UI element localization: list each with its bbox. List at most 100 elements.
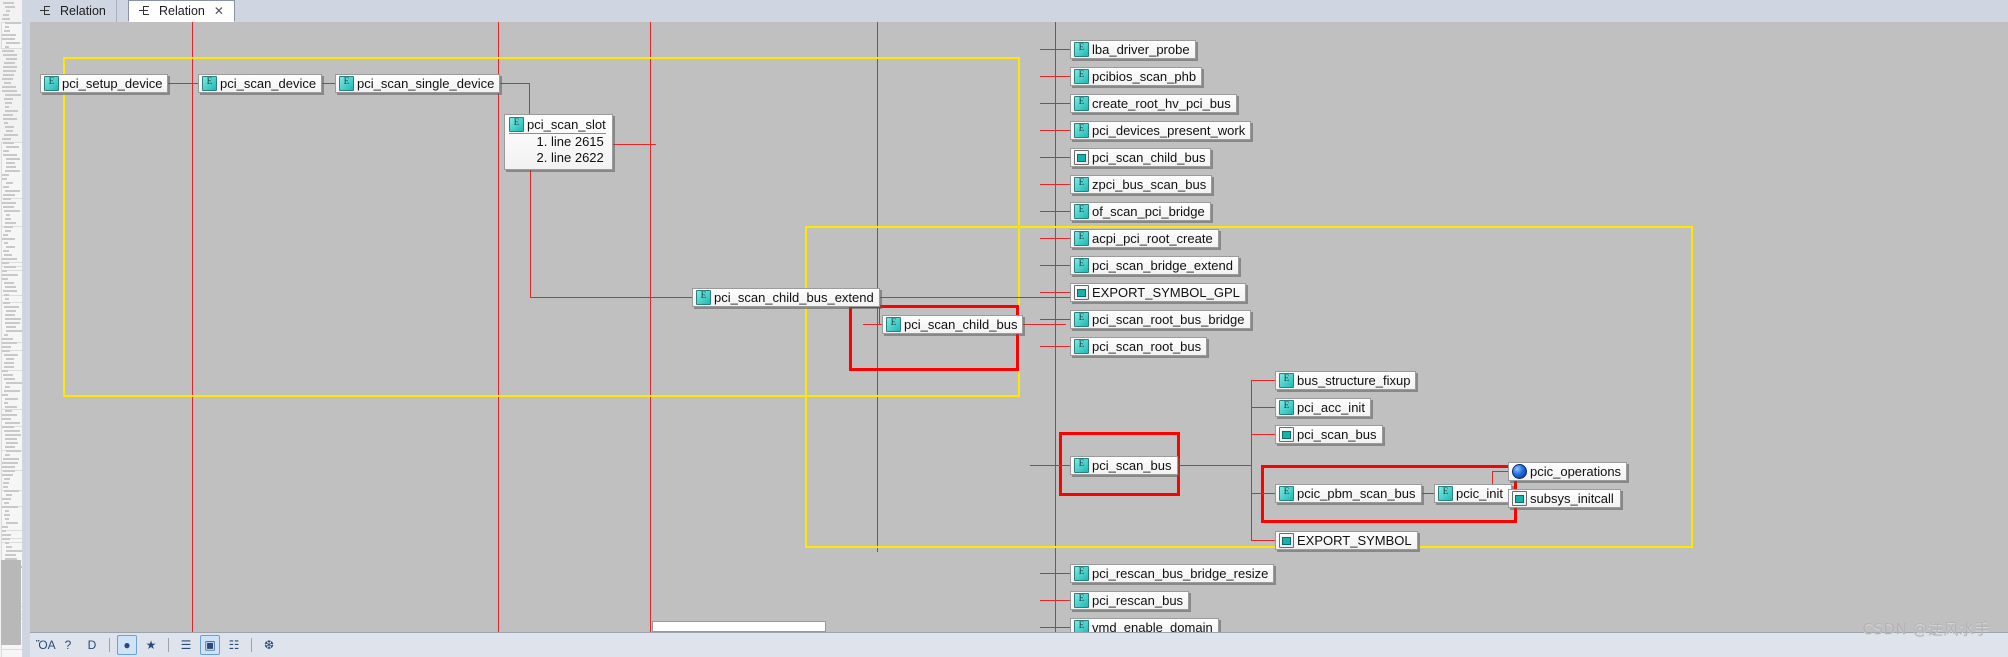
lock-icon: ● — [123, 638, 131, 652]
minimap-line — [4, 294, 9, 296]
enum-e-icon — [44, 75, 59, 91]
graph-node-bus_structure_fixup[interactable]: bus_structure_fixup — [1275, 371, 1417, 390]
graph-node-pci_acc_init[interactable]: pci_acc_init — [1275, 398, 1371, 417]
gear-cluster-icon: ❆ — [263, 638, 275, 652]
minimap-line — [5, 314, 15, 316]
minimap-line — [5, 26, 9, 28]
graph-node-pci_scan_single_device[interactable]: pci_scan_single_device — [335, 74, 501, 93]
graph-node-pcibios_scan_phb[interactable]: pcibios_scan_phb — [1070, 67, 1203, 86]
graph-node-pcic_pbm_scan_bus[interactable]: pcic_pbm_scan_bus — [1275, 484, 1422, 503]
document-icon — [1074, 285, 1089, 300]
tab-relation-1[interactable]: Relation — [30, 0, 117, 22]
graph-node-pci_scan_slot[interactable]: pci_scan_slot 1. line 26152. line 2622 — [504, 114, 613, 170]
edge-connector — [1251, 493, 1275, 494]
graph-node-subsys_initcall[interactable]: subsys_initcall — [1508, 489, 1621, 508]
outline-list-icon: ☰ — [180, 638, 192, 652]
node-label: pci_scan_child_bus — [1092, 150, 1206, 165]
graph-node-pci_setup_device[interactable]: pci_setup_device — [40, 74, 169, 93]
graph-node-vmd_enable_domain[interactable]: vmd_enable_domain — [1070, 618, 1219, 633]
graph-node-pcic_init[interactable]: pcic_init — [1434, 484, 1512, 503]
minimap-line — [6, 166, 16, 168]
node-line-reference[interactable]: 1. line 2615 — [509, 134, 606, 150]
graph-node-zpci_bus_scan_bus[interactable]: zpci_bus_scan_bus — [1070, 175, 1213, 194]
minimap-line — [3, 198, 11, 200]
node-label: of_scan_pci_bridge — [1092, 204, 1205, 219]
code-minimap[interactable] — [0, 0, 23, 657]
edge-connector — [1040, 265, 1072, 266]
edge-connector — [1040, 157, 1072, 158]
minimap-line — [2, 394, 8, 396]
graph-node-pci_scan_root_bus_bridge[interactable]: pci_scan_root_bus_bridge — [1070, 310, 1251, 329]
minimap-line — [3, 74, 14, 76]
toolbar-gear-cluster-icon[interactable]: ❆ — [259, 635, 279, 655]
graph-node-pci_rescan_bus_bridge_resize[interactable]: pci_rescan_bus_bridge_resize — [1070, 564, 1275, 583]
graph-node-pci_scan_bus_right[interactable]: pci_scan_bus — [1275, 425, 1383, 444]
enum-e-icon — [1074, 230, 1089, 246]
graph-node-of_scan_pci_bridge[interactable]: of_scan_pci_bridge — [1070, 202, 1211, 221]
horizontal-scrollbar[interactable] — [652, 621, 826, 632]
enum-e-icon — [1074, 338, 1089, 354]
minimap-line — [3, 66, 17, 68]
node-label: pci_scan_root_bus — [1092, 339, 1202, 354]
graph-node-create_root_hv_pci_bus[interactable]: create_root_hv_pci_bus — [1070, 94, 1237, 113]
toolbar-chart-report-icon[interactable]: ὌA — [34, 635, 56, 655]
edge-connector — [1251, 380, 1275, 381]
minimap-line — [3, 374, 13, 376]
minimap-line — [4, 210, 20, 212]
edge-connector — [1166, 465, 1252, 466]
edge-connector — [1040, 130, 1072, 131]
minimap-line — [6, 450, 21, 452]
relation-graph-canvas[interactable]: pci_setup_device pci_scan_device pci_scan_… — [30, 22, 2008, 633]
minimap-line — [5, 554, 16, 556]
graph-node-EXPORT_SYMBOL[interactable]: EXPORT_SYMBOL — [1275, 531, 1418, 550]
enum-e-icon — [1074, 122, 1089, 138]
toolbar-relation-graph-icon[interactable]: ▣ — [200, 635, 220, 655]
minimap-line — [6, 162, 15, 164]
graph-node-pci_scan_child_bus_mid[interactable]: pci_scan_child_bus — [882, 315, 1024, 334]
graph-node-pci_scan_child_bus_extend[interactable]: pci_scan_child_bus_extend — [692, 288, 880, 307]
minimap-line — [5, 126, 14, 128]
chart-report-icon: ὌA — [36, 638, 56, 652]
tab-relation-2[interactable]: Relation ✕ — [128, 0, 235, 22]
minimap-line — [5, 46, 9, 48]
graph-node-pci_scan_device[interactable]: pci_scan_device — [198, 74, 323, 93]
minimap-line — [6, 522, 18, 524]
minimap-line — [4, 30, 10, 32]
graph-node-pci_scan_bridge_extend[interactable]: pci_scan_bridge_extend — [1070, 256, 1239, 275]
node-label: pcic_pbm_scan_bus — [1297, 486, 1416, 501]
graph-node-pci_scan_root_bus[interactable]: pci_scan_root_bus — [1070, 337, 1208, 356]
minimap-line — [6, 330, 22, 332]
minimap-line — [3, 458, 19, 460]
graph-node-EXPORT_SYMBOL_GPL[interactable]: EXPORT_SYMBOL_GPL — [1070, 283, 1246, 302]
graph-node-pci_devices_present_work[interactable]: pci_devices_present_work — [1070, 121, 1252, 140]
minimap-viewport[interactable] — [1, 560, 21, 645]
toolbar-dolphin-icon[interactable]: D — [82, 635, 102, 655]
minimap-line — [5, 518, 9, 520]
graph-node-acpi_pci_root_create[interactable]: acpi_pci_root_create — [1070, 229, 1219, 248]
minimap-line — [6, 442, 18, 444]
minimap-line — [5, 218, 11, 220]
minimap-line — [4, 334, 8, 336]
minimap-line — [6, 214, 10, 216]
close-icon[interactable]: ✕ — [214, 4, 224, 18]
graph-node-pci_rescan_bus[interactable]: pci_rescan_bus — [1070, 591, 1190, 610]
edge-connector — [1040, 319, 1072, 320]
node-line-reference[interactable]: 2. line 2622 — [509, 150, 606, 166]
minimap-line — [6, 546, 12, 548]
toolbar-outline-list-icon[interactable]: ☰ — [176, 635, 196, 655]
minimap-line — [2, 370, 8, 372]
graph-node-pci_scan_bus_main[interactable]: pci_scan_bus — [1070, 456, 1178, 475]
graph-node-pcic_operations[interactable]: pcic_operations — [1508, 462, 1628, 481]
minimap-line — [3, 234, 8, 236]
toolbar-separator — [251, 638, 252, 652]
minimap-line — [4, 378, 15, 380]
toolbar-help-list-icon[interactable]: ? — [58, 635, 78, 655]
toolbar-bookmark-page-icon[interactable]: ★ — [141, 635, 161, 655]
toolbar-lock-icon[interactable]: ● — [117, 635, 137, 655]
toolbar-hierarchy-icon[interactable]: ☷ — [224, 635, 244, 655]
graph-node-pci_scan_child_bus_right[interactable]: pci_scan_child_bus — [1070, 148, 1212, 167]
graph-node-lba_driver_probe[interactable]: lba_driver_probe — [1070, 40, 1196, 59]
edge-connector — [1251, 407, 1275, 408]
minimap-line — [5, 222, 16, 224]
edge-connector — [1040, 76, 1072, 77]
